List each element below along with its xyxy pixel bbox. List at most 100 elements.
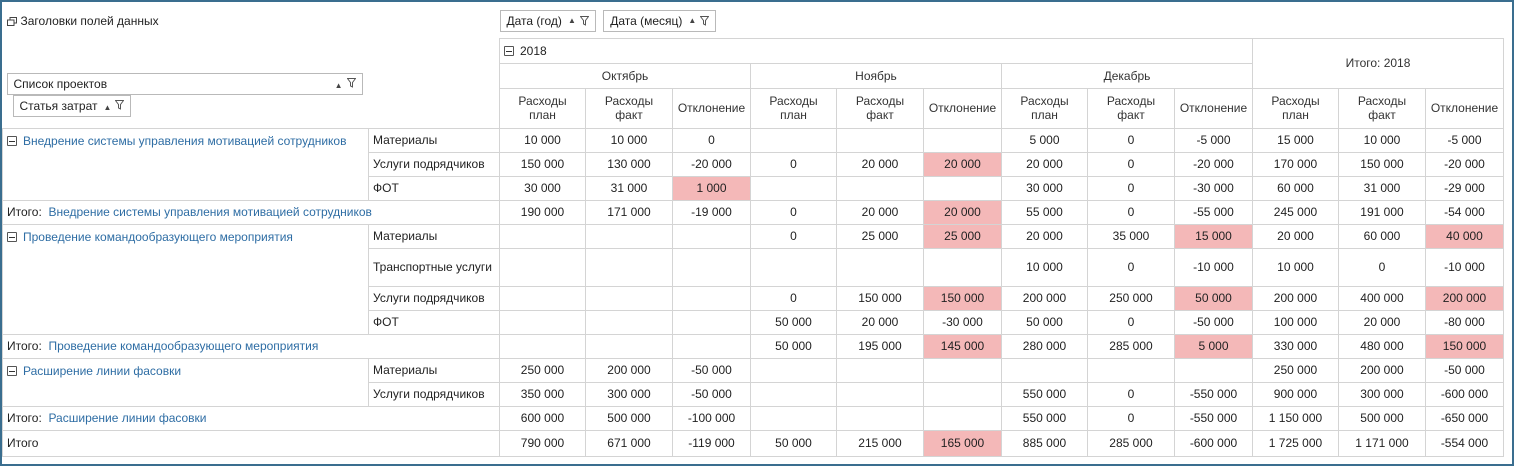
data-headers-icon xyxy=(6,17,17,27)
total-cell xyxy=(672,333,751,359)
value-cell: 400 000 xyxy=(1338,285,1426,311)
value-cell: -5 000 xyxy=(1174,127,1253,153)
value-cell: 150 000 xyxy=(1338,151,1426,177)
value-cell xyxy=(750,247,837,287)
value-cell: -20 000 xyxy=(1174,151,1253,177)
value-cell: 200 000 xyxy=(1252,285,1339,311)
total-cell: -19 000 xyxy=(672,199,751,225)
measure-header-plan: Расходы план xyxy=(750,87,837,129)
column-field-area: Дата (год) ▲ Дата (месяц) ▲ xyxy=(499,4,1504,38)
value-cell-highlighted: 15 000 xyxy=(1174,223,1253,249)
grand-total-label: Итого xyxy=(2,429,500,457)
value-cell-highlighted: 150 000 xyxy=(923,285,1002,311)
measure-header-fact: Расходы факт xyxy=(836,87,924,129)
project-header[interactable]: Внедрение системы управления мотивацией … xyxy=(2,127,369,201)
table-row: Расширение линии фасовки Материалы 250 0… xyxy=(2,357,1504,407)
grand-total-cell: 285 000 xyxy=(1087,429,1175,457)
value-cell xyxy=(499,309,586,335)
total-cell: 600 000 xyxy=(499,405,586,431)
filter-month-field[interactable]: Дата (месяц) ▲ xyxy=(603,9,717,32)
value-cell xyxy=(750,357,837,383)
value-cell: -50 000 xyxy=(672,357,751,383)
filter-funnel-icon[interactable] xyxy=(579,15,589,26)
value-cell: 0 xyxy=(1087,381,1175,407)
value-cell: 0 xyxy=(750,151,837,177)
project-name[interactable]: Внедрение системы управления мотивацией … xyxy=(23,134,346,148)
sort-asc-icon[interactable]: ▲ xyxy=(688,16,696,25)
grand-total-cell: -554 000 xyxy=(1425,429,1504,457)
measure-header-plan: Расходы план xyxy=(499,87,586,129)
value-cell xyxy=(499,223,586,249)
value-cell: 250 000 xyxy=(499,357,586,383)
total-cell xyxy=(923,405,1002,431)
value-cell: 25 000 xyxy=(836,223,924,249)
sort-asc-icon[interactable]: ▲ xyxy=(104,103,112,112)
collapse-project-icon[interactable] xyxy=(7,366,17,377)
project-total-name[interactable]: Внедрение системы управления мотивацией … xyxy=(48,205,371,219)
value-cell xyxy=(836,357,924,383)
value-cell xyxy=(923,357,1002,383)
total-cell: 20 000 xyxy=(836,199,924,225)
year-header[interactable]: 2018 xyxy=(499,37,1253,63)
value-cell-highlighted: 20 000 xyxy=(923,151,1002,177)
value-cell: -50 000 xyxy=(672,381,751,407)
value-cell: 50 000 xyxy=(750,309,837,335)
collapse-project-icon[interactable] xyxy=(7,232,17,243)
sort-asc-icon[interactable]: ▲ xyxy=(568,16,576,25)
value-cell: -29 000 xyxy=(1425,175,1504,201)
month-header-november: Ноябрь xyxy=(750,62,1002,89)
filter-funnel-icon[interactable] xyxy=(700,15,710,26)
project-header[interactable]: Проведение командообразующего мероприяти… xyxy=(2,223,369,335)
collapse-project-icon[interactable] xyxy=(7,136,17,147)
total-cell: 500 000 xyxy=(585,405,673,431)
value-cell xyxy=(1174,357,1253,383)
value-cell: 200 000 xyxy=(1001,285,1088,311)
project-list-field[interactable]: Список проектов ▲ xyxy=(6,73,363,96)
value-cell: 50 000 xyxy=(1001,309,1088,335)
value-cell: 130 000 xyxy=(585,151,673,177)
cost-item-cell: Услуги подрядчиков xyxy=(368,151,500,177)
project-total-name[interactable]: Проведение командообразующего мероприяти… xyxy=(48,339,318,353)
total-cell: 280 000 xyxy=(1001,333,1088,359)
value-cell: -20 000 xyxy=(1425,151,1504,177)
value-cell xyxy=(750,127,837,153)
value-cell-highlighted: 40 000 xyxy=(1425,223,1504,249)
value-cell: 900 000 xyxy=(1252,381,1339,407)
value-cell: 30 000 xyxy=(1001,175,1088,201)
project-total-label: Итого: Проведение командообразующего мер… xyxy=(2,333,500,359)
cost-item-field[interactable]: Статья затрат ▲ xyxy=(12,95,131,118)
cost-item-cell: ФОТ xyxy=(368,309,500,335)
total-cell: 55 000 xyxy=(1001,199,1088,225)
sort-asc-icon[interactable]: ▲ xyxy=(335,81,343,90)
value-cell: 10 000 xyxy=(1252,247,1339,287)
value-cell: 0 xyxy=(1087,151,1175,177)
filter-funnel-icon[interactable] xyxy=(115,100,125,111)
value-cell: 200 000 xyxy=(1338,357,1426,383)
total-cell-highlighted: 150 000 xyxy=(1425,333,1504,359)
value-cell: 20 000 xyxy=(1001,223,1088,249)
filter-month-label: Дата (месяц) xyxy=(610,13,683,28)
grand-total-row: Итого 790 000 671 000 -119 000 50 000 21… xyxy=(2,429,1504,457)
month-header-october: Октябрь xyxy=(499,62,751,89)
project-header[interactable]: Расширение линии фасовки xyxy=(2,357,369,407)
filter-year-field[interactable]: Дата (год) ▲ xyxy=(499,9,596,32)
value-cell: 10 000 xyxy=(1338,127,1426,153)
project-name[interactable]: Проведение командообразующего мероприяти… xyxy=(23,230,293,244)
value-cell: -550 000 xyxy=(1174,381,1253,407)
value-cell xyxy=(672,247,751,287)
pivot-grid: Заголовки полей данных Дата (год) ▲ Дата … xyxy=(2,4,1504,457)
value-cell: 20 000 xyxy=(1338,309,1426,335)
project-total-name[interactable]: Расширение линии фасовки xyxy=(48,411,206,425)
value-cell: -5 000 xyxy=(1425,127,1504,153)
value-cell: -10 000 xyxy=(1174,247,1253,287)
data-headers-area[interactable]: Заголовки полей данных xyxy=(3,4,500,63)
value-cell: 150 000 xyxy=(499,151,586,177)
value-cell: 20 000 xyxy=(836,151,924,177)
filter-funnel-icon[interactable] xyxy=(346,78,356,89)
cost-item-cell: Услуги подрядчиков xyxy=(368,285,500,311)
value-cell xyxy=(750,381,837,407)
value-cell: -30 000 xyxy=(923,309,1002,335)
project-name[interactable]: Расширение линии фасовки xyxy=(23,364,181,378)
collapse-year-icon[interactable] xyxy=(504,46,514,57)
value-cell-highlighted: 25 000 xyxy=(923,223,1002,249)
